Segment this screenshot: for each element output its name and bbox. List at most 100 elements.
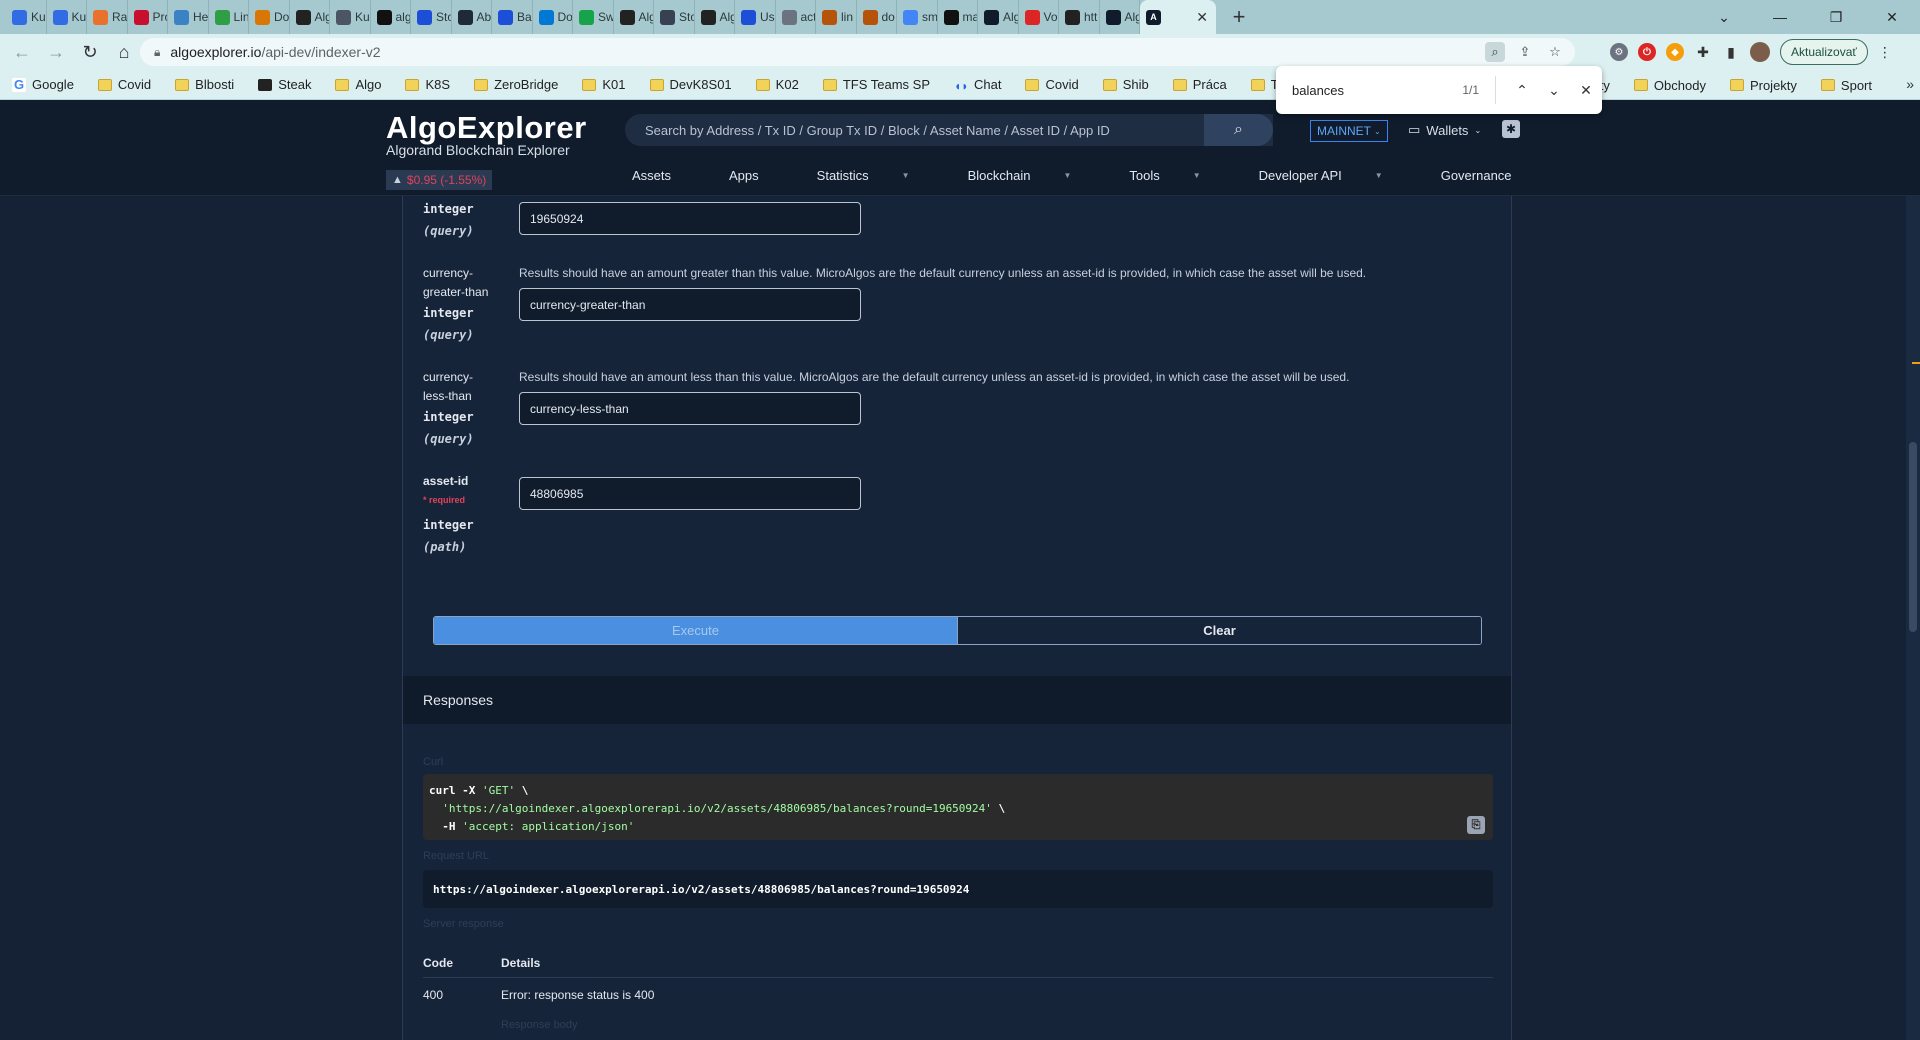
browser-tab[interactable]: Rai bbox=[87, 0, 128, 34]
bookmark-item[interactable]: DevK8S01 bbox=[649, 77, 732, 92]
extension-stop-icon[interactable]: ⏻ bbox=[1638, 43, 1656, 61]
browser-tab[interactable]: Sto bbox=[654, 0, 695, 34]
network-selector[interactable]: MAINNET ⌄ bbox=[1310, 120, 1388, 142]
share-icon[interactable]: ⇪ bbox=[1515, 42, 1535, 62]
browser-tab[interactable]: do bbox=[857, 0, 897, 34]
execute-button[interactable]: Execute bbox=[434, 617, 957, 644]
bookmark-item[interactable]: TFS Teams SP bbox=[822, 77, 930, 92]
browser-tab-active[interactable]: A ✕ bbox=[1140, 0, 1216, 34]
nav-item-statistics[interactable]: Statistics ▼ bbox=[817, 168, 939, 183]
star-icon[interactable]: ☆ bbox=[1545, 42, 1565, 62]
back-icon[interactable]: ← bbox=[6, 36, 38, 68]
tab-search-icon[interactable]: ⌄ bbox=[1696, 0, 1752, 34]
bookmark-item[interactable]: ZeroBridge bbox=[474, 77, 558, 92]
currency-less-than-input[interactable]: currency-less-than bbox=[519, 392, 861, 425]
browser-tab[interactable]: Ab bbox=[452, 0, 492, 34]
browser-tab[interactable]: Us bbox=[735, 0, 776, 34]
bookmark-item[interactable]: Blbosti bbox=[175, 77, 234, 92]
copy-icon[interactable]: ⎘ bbox=[1467, 816, 1485, 834]
tab-label: Alg bbox=[1003, 10, 1018, 24]
browser-tab[interactable]: Alg bbox=[614, 0, 654, 34]
find-close-icon[interactable]: ✕ bbox=[1570, 82, 1602, 99]
site-search-input[interactable]: Search by Address / Tx ID / Group Tx ID … bbox=[625, 114, 1273, 146]
extension-gear-icon[interactable]: ⚙ bbox=[1610, 43, 1628, 61]
browser-tab[interactable]: act bbox=[776, 0, 816, 34]
find-next-icon[interactable]: ⌄ bbox=[1538, 82, 1570, 99]
browser-tab[interactable]: alg bbox=[371, 0, 411, 34]
extension-fox-icon[interactable]: ◆ bbox=[1666, 43, 1684, 61]
find-input[interactable]: balances bbox=[1292, 83, 1344, 98]
browser-tab[interactable]: Vo bbox=[1019, 0, 1059, 34]
nav-item-apps[interactable]: Apps bbox=[729, 168, 788, 183]
search-button[interactable]: ⌕ bbox=[1204, 114, 1273, 146]
scrollbar-thumb[interactable] bbox=[1909, 442, 1917, 632]
param-type: integer bbox=[423, 518, 474, 532]
browser-tab[interactable]: Alg bbox=[1100, 0, 1140, 34]
browser-tab[interactable]: Sw bbox=[573, 0, 614, 34]
home-icon[interactable]: ⌂ bbox=[108, 36, 140, 68]
restore-icon[interactable]: ❐ bbox=[1808, 0, 1864, 34]
profile-avatar[interactable] bbox=[1750, 42, 1770, 62]
browser-tab[interactable]: Kul bbox=[6, 0, 47, 34]
bookmark-item[interactable]: Steak bbox=[258, 77, 311, 92]
bookmark-item[interactable]: Sport bbox=[1820, 78, 1872, 93]
browser-tab[interactable]: htt bbox=[1059, 0, 1100, 34]
browser-tab[interactable]: sm bbox=[897, 0, 938, 34]
site-logo[interactable]: AlgoExplorer bbox=[386, 110, 587, 146]
browser-tab[interactable]: Alg bbox=[695, 0, 735, 34]
nav-item-governance[interactable]: Governance bbox=[1441, 168, 1541, 183]
theme-toggle-icon[interactable]: ✱ bbox=[1502, 120, 1520, 138]
bookmark-item[interactable]: Algo bbox=[335, 77, 381, 92]
tab-close-icon[interactable]: ✕ bbox=[1196, 9, 1208, 26]
nav-item-blockchain[interactable]: Blockchain ▼ bbox=[968, 168, 1101, 183]
bookmark-item[interactable]: Obchody bbox=[1633, 78, 1706, 93]
bookmark-item[interactable]: K8S bbox=[405, 77, 450, 92]
browser-tab[interactable]: Alg bbox=[290, 0, 330, 34]
window-close-icon[interactable]: ✕ bbox=[1864, 0, 1920, 34]
server-response-label: Server response bbox=[423, 918, 504, 930]
bookmark-item[interactable]: Projekty bbox=[1729, 78, 1797, 93]
asset-id-input[interactable]: 48806985 bbox=[519, 477, 861, 510]
browser-tab[interactable]: Do bbox=[533, 0, 573, 34]
page-scrollbar[interactable] bbox=[1906, 196, 1920, 1040]
forward-icon[interactable]: → bbox=[40, 36, 72, 68]
browser-tab[interactable]: He bbox=[168, 0, 209, 34]
currency-greater-than-input[interactable]: currency-greater-than bbox=[519, 288, 861, 321]
browser-tab[interactable]: Ba bbox=[492, 0, 533, 34]
browser-tab[interactable]: Kul bbox=[330, 0, 371, 34]
bookmark-item[interactable]: Covid bbox=[1025, 77, 1079, 92]
bookmark-item[interactable]: G Google bbox=[12, 77, 74, 92]
bookmark-item[interactable]: Covid bbox=[97, 77, 151, 92]
reload-icon[interactable]: ↻ bbox=[74, 36, 106, 68]
menu-kebab-icon[interactable]: ⋮ bbox=[1878, 44, 1892, 61]
extensions-puzzle-icon[interactable]: ✚ bbox=[1694, 43, 1712, 61]
update-button[interactable]: Aktualizovať bbox=[1780, 39, 1868, 65]
find-prev-icon[interactable]: ⌃ bbox=[1506, 82, 1538, 99]
browser-tab[interactable]: Lin bbox=[209, 0, 249, 34]
browser-tab[interactable]: lin bbox=[816, 0, 857, 34]
nav-item-developer-api[interactable]: Developer API ▼ bbox=[1259, 168, 1412, 183]
nav-item-tools[interactable]: Tools ▼ bbox=[1129, 168, 1229, 183]
bookmark-item[interactable]: Práca bbox=[1172, 77, 1227, 92]
wallets-menu[interactable]: ▭ Wallets ⌄ bbox=[1408, 122, 1481, 138]
browser-tab[interactable]: Sto bbox=[411, 0, 452, 34]
url-input[interactable]: 🔒︎ algoexplorer.io/api-dev/indexer-v2 ⌕ … bbox=[140, 38, 1575, 66]
browser-tab[interactable]: ma bbox=[938, 0, 978, 34]
browser-tab[interactable]: Alg bbox=[978, 0, 1019, 34]
clear-button[interactable]: Clear bbox=[957, 617, 1481, 644]
bookmark-item[interactable]: ◖◗ Chat bbox=[954, 77, 1001, 93]
bookmarks-overflow-icon[interactable]: » bbox=[1906, 76, 1914, 92]
browser-tab[interactable]: Pro bbox=[128, 0, 168, 34]
round-input[interactable]: 19650924 bbox=[519, 202, 861, 235]
minimize-icon[interactable]: — bbox=[1752, 0, 1808, 34]
browser-tab[interactable]: Do bbox=[249, 0, 290, 34]
find-icon[interactable]: ⌕ bbox=[1485, 42, 1505, 62]
bookmark-item[interactable]: Shib bbox=[1102, 77, 1149, 92]
bookmark-item[interactable]: K01 bbox=[582, 77, 626, 92]
new-tab-icon[interactable]: + bbox=[1222, 4, 1256, 30]
bookmark-item[interactable]: K02 bbox=[755, 77, 799, 92]
nav-label: Statistics bbox=[816, 168, 869, 183]
sidepanel-icon[interactable]: ▮ bbox=[1722, 43, 1740, 61]
browser-tab[interactable]: Kul bbox=[47, 0, 87, 34]
nav-item-assets[interactable]: Assets bbox=[632, 168, 700, 183]
